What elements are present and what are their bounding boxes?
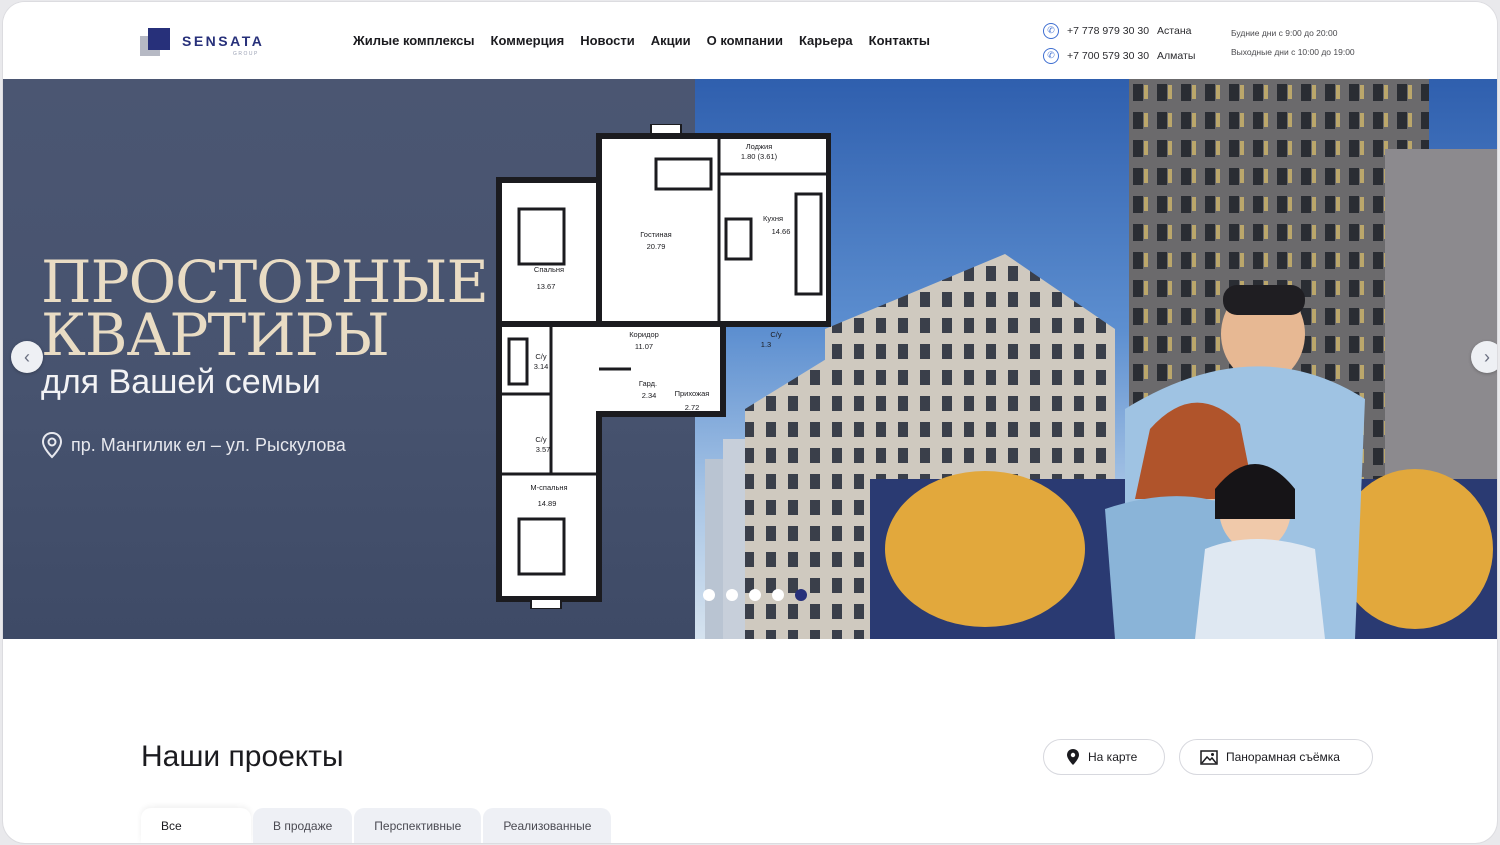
room-area: 11.07 bbox=[635, 342, 653, 351]
logo-text: SENSATA bbox=[182, 33, 265, 49]
nav-item-news[interactable]: Новости bbox=[580, 33, 635, 48]
panorama-button-label: Панорамная съёмка bbox=[1226, 750, 1340, 764]
room-label: С/у bbox=[535, 435, 547, 444]
room-label: Кухня bbox=[763, 214, 783, 223]
weekday-hours: Будние дни с 9:00 до 20:00 bbox=[1231, 28, 1338, 38]
phone-row-astana: ✆ +7 778 979 30 30 Астана bbox=[1043, 18, 1195, 43]
map-button[interactable]: На карте bbox=[1043, 739, 1165, 775]
room-area: 1.3 bbox=[761, 340, 771, 349]
slider-dot-active[interactable] bbox=[795, 589, 807, 601]
panorama-button[interactable]: Панорамная съёмка bbox=[1179, 739, 1373, 775]
hero-subtitle: для Вашей семьи bbox=[41, 363, 321, 401]
room-label: Лоджия bbox=[746, 142, 773, 151]
room-area: 3.57 bbox=[536, 445, 551, 454]
tab-on-sale[interactable]: В продаже bbox=[253, 808, 353, 843]
slider-dot[interactable] bbox=[749, 589, 761, 601]
phone-row-almaty: ✆ +7 700 579 30 30 Алматы bbox=[1043, 43, 1195, 68]
slider-dot[interactable] bbox=[726, 589, 738, 601]
main-nav: Жилые комплексы Коммерция Новости Акции … bbox=[353, 33, 946, 48]
nav-item-commercial[interactable]: Коммерция bbox=[491, 33, 565, 48]
nav-item-residential[interactable]: Жилые комплексы bbox=[353, 33, 475, 48]
slider-prev-arrow-icon[interactable]: ‹ bbox=[11, 341, 43, 373]
tab-completed[interactable]: Реализованные bbox=[483, 808, 612, 843]
logo-mark bbox=[140, 28, 170, 56]
site-header: SENSATA GROUP Жилые комплексы Коммерция … bbox=[3, 2, 1497, 79]
nav-item-contacts[interactable]: Контакты bbox=[869, 33, 930, 48]
slider-next-arrow-icon[interactable]: › bbox=[1471, 341, 1497, 373]
map-button-label: На карте bbox=[1088, 750, 1138, 764]
nav-item-about[interactable]: О компании bbox=[707, 33, 783, 48]
phone-icon: ✆ bbox=[1043, 22, 1059, 39]
floor-plan: Лоджия 1.80 (3.61) Гостиная 20.79 Кухня … bbox=[496, 124, 831, 609]
room-area: 1.80 (3.61) bbox=[741, 152, 778, 161]
room-area: 3.14 bbox=[534, 362, 549, 371]
tab-all[interactable]: Все bbox=[141, 808, 251, 843]
room-label: М-спальня bbox=[530, 483, 567, 492]
weekend-hours: Выходные дни с 10:00 до 19:00 bbox=[1231, 47, 1355, 57]
image-icon bbox=[1200, 749, 1218, 765]
hero-slider: Лоджия 1.80 (3.61) Гостиная 20.79 Кухня … bbox=[3, 79, 1497, 639]
room-label: Гостиная bbox=[640, 230, 671, 239]
phone-icon: ✆ bbox=[1043, 47, 1059, 64]
nav-item-promotions[interactable]: Акции bbox=[651, 33, 691, 48]
projects-title: Наши проекты bbox=[141, 740, 344, 773]
phone-number[interactable]: +7 778 979 30 30 bbox=[1067, 25, 1149, 37]
slider-dots bbox=[703, 589, 807, 601]
room-label: Гард. bbox=[639, 379, 657, 388]
hero-title-line2: КВАРТИРЫ bbox=[41, 301, 390, 369]
slider-dot[interactable] bbox=[703, 589, 715, 601]
tab-prospective[interactable]: Перспективные bbox=[354, 808, 482, 843]
browser-frame: SENSATA GROUP Жилые комплексы Коммерция … bbox=[3, 2, 1497, 843]
room-label: С/у bbox=[770, 330, 782, 339]
room-area: 13.67 bbox=[537, 282, 556, 291]
map-pin-icon bbox=[1067, 749, 1079, 765]
room-area: 14.89 bbox=[538, 499, 557, 508]
room-label: Спальня bbox=[534, 265, 564, 274]
working-hours: Будние дни с 9:00 до 20:00 Выходные дни … bbox=[1231, 24, 1355, 62]
nav-item-careers[interactable]: Карьера bbox=[799, 33, 853, 48]
room-area: 14.66 bbox=[772, 227, 791, 236]
hero-address: пр. Мангилик ел – ул. Рыскулова bbox=[41, 431, 346, 459]
logo[interactable]: SENSATA GROUP bbox=[140, 24, 270, 60]
room-label: Прихожая bbox=[675, 389, 710, 398]
slider-dot[interactable] bbox=[772, 589, 784, 601]
location-pin-icon bbox=[41, 431, 63, 459]
hero-address-text: пр. Мангилик ел – ул. Рыскулова bbox=[71, 434, 346, 455]
project-tabs: Все В продаже Перспективные Реализованны… bbox=[141, 808, 613, 843]
phone-number[interactable]: +7 700 579 30 30 bbox=[1067, 50, 1149, 62]
phone-city: Алматы bbox=[1157, 49, 1196, 62]
room-area: 2.34 bbox=[642, 391, 657, 400]
room-label: С/у bbox=[535, 352, 547, 361]
room-label: Коридор bbox=[629, 330, 659, 339]
room-area: 20.79 bbox=[647, 242, 666, 251]
phone-city: Астана bbox=[1157, 24, 1192, 37]
logo-subtext: GROUP bbox=[233, 51, 259, 57]
phone-list: ✆ +7 778 979 30 30 Астана ✆ +7 700 579 3… bbox=[1043, 18, 1195, 68]
room-area: 2.72 bbox=[685, 403, 700, 412]
